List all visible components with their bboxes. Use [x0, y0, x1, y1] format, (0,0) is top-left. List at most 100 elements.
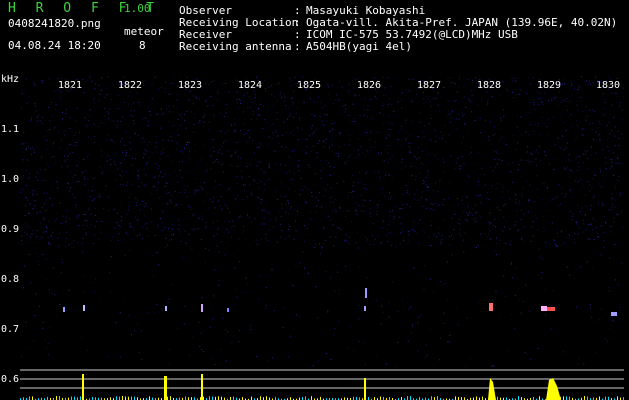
trace-bar: [56, 396, 57, 400]
noise-speck: [75, 132, 77, 134]
noise-speck: [173, 233, 175, 235]
noise-speck: [275, 132, 277, 134]
noise-speck: [576, 306, 577, 308]
noise-speck: [589, 238, 591, 240]
noise-speck: [453, 228, 455, 230]
noise-speck: [256, 118, 258, 120]
noise-speck: [171, 228, 173, 230]
noise-speck: [212, 201, 214, 203]
noise-speck: [237, 195, 239, 196]
noise-speck: [46, 348, 48, 350]
noise-speck: [263, 217, 265, 219]
noise-speck: [502, 81, 504, 83]
noise-speck: [334, 327, 336, 329]
noise-speck: [609, 169, 611, 171]
noise-speck: [440, 242, 442, 244]
noise-speck: [299, 262, 301, 263]
noise-speck: [117, 94, 119, 96]
noise-speck: [132, 229, 134, 231]
noise-speck: [389, 192, 390, 194]
noise-speck: [192, 103, 194, 105]
noise-speck: [469, 211, 470, 213]
noise-speck: [49, 327, 51, 329]
noise-speck: [105, 122, 107, 124]
noise-speck: [615, 162, 617, 164]
noise-speck: [289, 78, 291, 80]
noise-speck: [406, 191, 408, 193]
noise-speck: [117, 151, 119, 153]
noise-speck: [199, 346, 201, 347]
noise-speck: [259, 181, 261, 183]
noise-speck: [490, 238, 492, 240]
noise-speck: [94, 136, 96, 138]
noise-speck: [459, 228, 460, 230]
noise-speck: [144, 80, 146, 81]
noise-speck: [124, 255, 126, 256]
noise-speck: [286, 131, 288, 133]
noise-speck: [605, 338, 607, 340]
noise-speck: [281, 207, 283, 209]
noise-speck: [352, 190, 354, 192]
noise-speck: [331, 123, 333, 125]
noise-speck: [455, 162, 457, 164]
noise-speck: [335, 99, 337, 101]
noise-speck: [291, 178, 293, 180]
noise-speck: [402, 127, 403, 129]
noise-speck: [348, 236, 350, 238]
noise-speck: [93, 234, 95, 236]
noise-speck: [162, 176, 164, 177]
noise-speck: [283, 147, 284, 149]
noise-speck: [113, 209, 115, 210]
noise-speck: [66, 166, 68, 168]
noise-speck: [241, 176, 242, 178]
noise-speck: [463, 113, 465, 115]
noise-speck: [558, 79, 560, 81]
noise-speck: [517, 142, 518, 144]
noise-speck: [521, 236, 523, 238]
noise-speck: [298, 170, 300, 172]
noise-speck: [155, 142, 157, 144]
noise-speck: [561, 230, 563, 232]
noise-speck: [243, 184, 245, 186]
noise-speck: [35, 110, 37, 112]
noise-speck: [180, 151, 182, 153]
noise-speck: [156, 136, 158, 138]
noise-speck: [488, 199, 490, 201]
meteor-echo: [201, 304, 203, 312]
noise-speck: [523, 160, 525, 162]
noise-speck: [221, 84, 223, 85]
meteor-count: 8: [139, 39, 146, 52]
noise-speck: [486, 197, 488, 199]
noise-speck: [401, 159, 403, 161]
noise-speck: [56, 181, 58, 183]
noise-speck: [425, 200, 427, 202]
noise-speck: [46, 130, 48, 132]
noise-speck: [285, 108, 287, 110]
noise-speck: [510, 263, 512, 265]
noise-speck: [527, 146, 529, 148]
noise-speck: [440, 131, 442, 133]
noise-speck: [401, 299, 403, 300]
noise-speck: [225, 242, 227, 244]
noise-speck: [234, 118, 236, 120]
noise-speck: [77, 242, 79, 243]
noise-speck: [579, 227, 581, 229]
noise-speck: [134, 158, 136, 160]
noise-speck: [495, 304, 496, 306]
noise-speck: [472, 214, 474, 216]
noise-speck: [217, 90, 219, 92]
noise-speck: [185, 88, 187, 90]
noise-speck: [44, 192, 45, 194]
noise-speck: [260, 199, 262, 201]
noise-speck: [214, 364, 216, 365]
noise-speck: [564, 100, 566, 102]
noise-speck: [330, 277, 332, 279]
trace-bar: [437, 396, 438, 400]
noise-speck: [167, 215, 169, 217]
noise-speck: [422, 92, 424, 93]
noise-speck: [200, 186, 202, 188]
y-tick-label: 0.8: [1, 274, 20, 285]
noise-speck: [487, 103, 488, 105]
noise-speck: [340, 229, 342, 230]
noise-speck: [290, 179, 292, 181]
